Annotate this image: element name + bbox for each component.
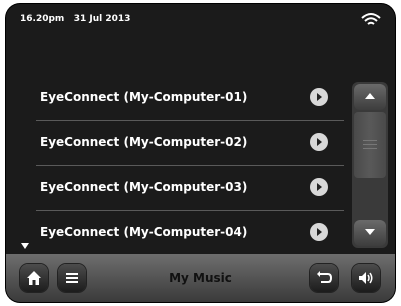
list-item-label: EyeConnect (My-Computer-03) — [40, 180, 248, 194]
chevron-right-icon[interactable] — [310, 133, 328, 151]
bottom-bar: My Music — [6, 254, 395, 302]
chevron-right-icon[interactable] — [310, 88, 328, 106]
thumb-grip — [363, 140, 377, 141]
list-item-label: EyeConnect (My-Computer-02) — [40, 135, 248, 149]
scrollbar-thumb[interactable] — [354, 112, 386, 178]
scroll-up-button[interactable] — [354, 84, 386, 110]
volume-button[interactable] — [352, 264, 380, 292]
list-item-label: EyeConnect (My-Computer-01) — [40, 90, 248, 104]
back-button[interactable] — [310, 264, 338, 292]
list-item[interactable]: EyeConnect (My-Computer-04) — [34, 211, 342, 255]
list-item[interactable]: EyeConnect (My-Computer-02) — [34, 121, 342, 165]
back-icon — [317, 271, 332, 283]
list-item-label: EyeConnect (My-Computer-04) — [40, 225, 248, 239]
status-bar: 16.20pm 31 Jul 2013 — [6, 4, 395, 34]
status-time: 16.20pm — [20, 14, 65, 24]
thumb-grip — [363, 148, 377, 149]
chevron-right-icon[interactable] — [310, 178, 328, 196]
status-date: 31 Jul 2013 — [73, 14, 131, 24]
scrollbar[interactable] — [352, 82, 388, 248]
list-item[interactable]: EyeConnect (My-Computer-03) — [34, 166, 342, 210]
wifi-icon — [361, 12, 381, 28]
music-source-list: EyeConnect (My-Computer-01) EyeConnect (… — [6, 76, 350, 248]
scroll-down-button[interactable] — [354, 220, 386, 246]
chevron-right-icon[interactable] — [310, 223, 328, 241]
radio-screen: 16.20pm 31 Jul 2013 EyeConnect (My-Compu… — [6, 4, 395, 302]
thumb-grip — [363, 144, 377, 145]
volume-icon — [359, 272, 373, 284]
list-item[interactable]: EyeConnect (My-Computer-01) — [34, 76, 342, 120]
more-below-arrow-icon — [21, 243, 29, 249]
status-datetime: 16.20pm 31 Jul 2013 — [20, 14, 130, 24]
